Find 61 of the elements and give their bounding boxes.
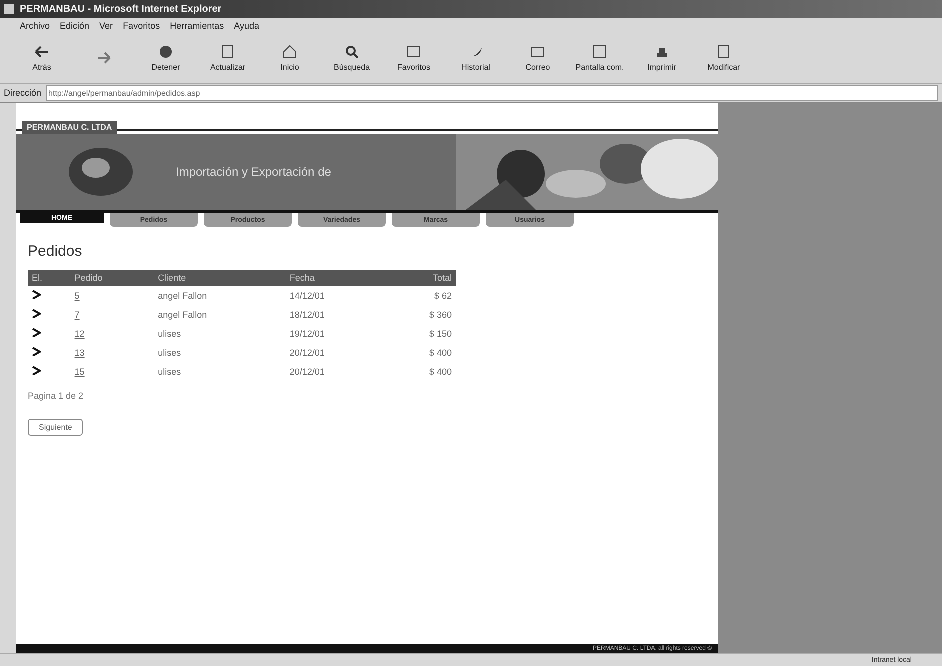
- page-heading: Pedidos: [28, 243, 84, 260]
- order-link[interactable]: 12: [74, 328, 85, 338]
- menu-item[interactable]: Favoritos: [123, 20, 160, 30]
- table-cell-text: $ 150: [428, 328, 453, 340]
- toolbar-button[interactable]: Historial: [446, 36, 506, 80]
- table-cell-text: ulises: [157, 328, 182, 340]
- banner-tagline: Importación y Exportación de: [176, 165, 332, 179]
- table-cell-text: $ 360: [428, 308, 453, 322]
- toolbar-button[interactable]: Imprimir: [632, 36, 692, 80]
- column-header: Pedido: [70, 270, 154, 286]
- table-cell: $ 62: [385, 286, 456, 305]
- order-link[interactable]: 15: [74, 366, 85, 376]
- back-arrow-icon: [34, 44, 50, 60]
- toolbar-button[interactable]: Inicio: [260, 36, 320, 80]
- delete-icon[interactable]: [32, 366, 41, 375]
- toolbar-button[interactable]: Actualizar: [198, 36, 258, 80]
- toolbar-button[interactable]: Pantalla com.: [570, 36, 630, 80]
- company-label: PERMANBAU C. LTDA: [22, 121, 118, 134]
- address-label: Dirección: [4, 88, 42, 98]
- toolbar-button[interactable]: Búsqueda: [322, 36, 382, 80]
- table-cell-text: 19/12/01: [288, 328, 326, 340]
- table-cell-text: $ 400: [428, 346, 453, 360]
- table-cell: 14/12/01: [286, 286, 386, 305]
- delete-icon[interactable]: [32, 347, 41, 356]
- browser-icon: [4, 4, 14, 14]
- delete-icon[interactable]: [32, 328, 41, 337]
- order-link[interactable]: 7: [74, 310, 80, 320]
- search-icon: [344, 44, 360, 60]
- address-field[interactable]: http://angel/permanbau/admin/pedidos.asp: [46, 85, 938, 101]
- menu-item[interactable]: Archivo: [20, 20, 50, 30]
- table-cell-text: 18/12/01: [288, 308, 326, 322]
- stop-icon: [158, 44, 174, 60]
- column-header: Cliente: [154, 270, 286, 286]
- toolbar-button[interactable]: Detener: [136, 36, 196, 80]
- delete-icon[interactable]: [32, 309, 41, 318]
- menu-item[interactable]: Ayuda: [234, 20, 260, 30]
- table-cell-text: ulises: [157, 366, 182, 378]
- menu-item[interactable]: Herramientas: [170, 20, 224, 30]
- table-cell-text: angel Fallon: [157, 308, 208, 322]
- table-cell-text: 20/12/01: [288, 346, 326, 360]
- table-cell: angel Fallon: [154, 286, 286, 305]
- next-button[interactable]: Siguiente: [28, 419, 84, 436]
- order-link[interactable]: 13: [74, 348, 85, 358]
- column-header: Fecha: [286, 270, 386, 286]
- column-header: Total: [385, 270, 456, 286]
- column-header: El.: [28, 270, 71, 286]
- toolbar-button[interactable]: Atrás: [12, 36, 72, 80]
- toolbar-button[interactable]: Correo: [508, 36, 568, 80]
- table-cell-text: $ 400: [428, 366, 453, 378]
- menu-item[interactable]: Ver: [100, 20, 114, 30]
- table-cell-text: ulises: [157, 346, 182, 360]
- delete-icon[interactable]: [32, 290, 41, 299]
- toolbar-button[interactable]: Favoritos: [384, 36, 444, 80]
- home-icon: [282, 44, 298, 60]
- forward-arrow-icon: [96, 50, 112, 66]
- window-title: PERMANBAU - Microsoft Internet Explorer: [20, 4, 222, 14]
- pagination-text: Pagina 1 de 2: [28, 391, 85, 401]
- menu-item[interactable]: Edición: [60, 20, 90, 30]
- order-link[interactable]: 5: [74, 290, 80, 300]
- toolbar-button[interactable]: Modificar: [694, 36, 754, 80]
- table-cell-text: 20/12/01: [288, 366, 326, 378]
